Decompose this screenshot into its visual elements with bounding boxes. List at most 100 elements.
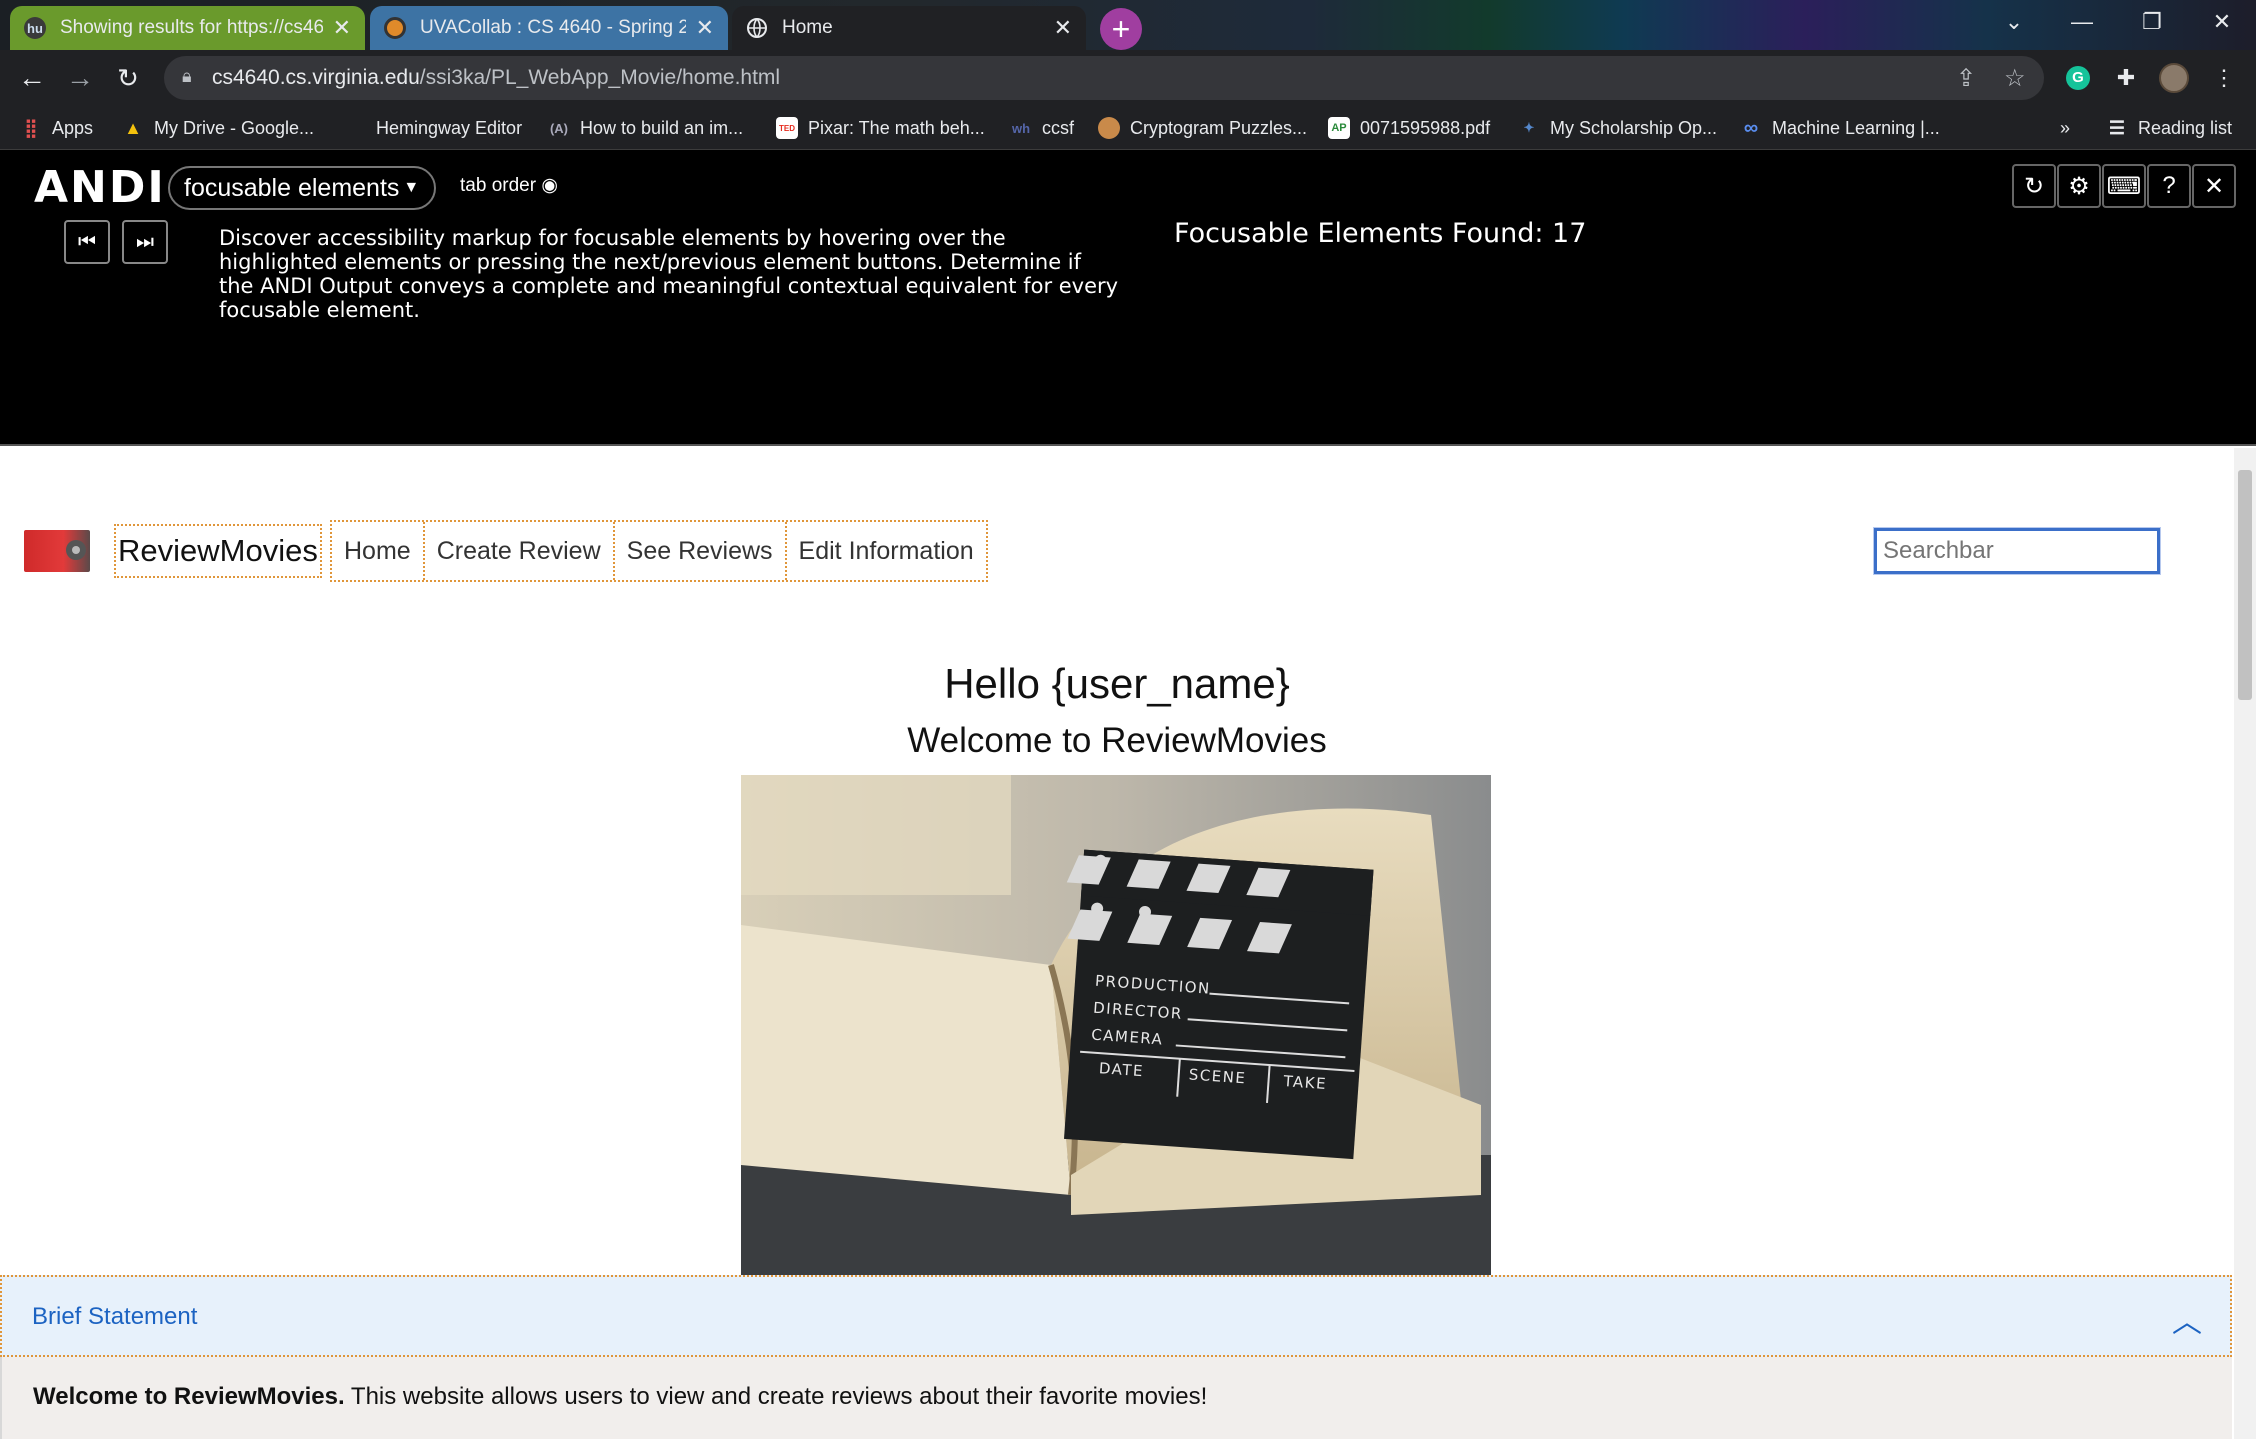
close-tab-icon[interactable]: ✕: [696, 15, 714, 41]
pdf-icon: AP: [1328, 117, 1350, 139]
andi-logo: ANDI: [34, 162, 166, 213]
settings-gear-icon[interactable]: ⚙: [2057, 164, 2101, 208]
andi-mode-label: focusable elements: [184, 173, 400, 202]
bookmark-label: My Drive - Google...: [154, 117, 315, 138]
hero-image-book-clapperboard: PRODUCTION DIRECTOR CAMERA DATE SCENE TA…: [741, 775, 1491, 1275]
tab-search-results[interactable]: hu Showing results for https://cs464 ✕: [10, 6, 365, 50]
address-bar[interactable]: 🔒︎ cs4640.cs.virginia.edu/ssi3ka/PL_WebA…: [164, 56, 2044, 100]
andi-mode-select[interactable]: focusable elements ▼: [168, 166, 436, 210]
main-nav: Home Create Review See Reviews Edit Info…: [330, 520, 988, 582]
reading-list-label: Reading list: [2138, 117, 2233, 138]
bookmark-label: Machine Learning |...: [1772, 117, 1940, 138]
bookmarks-bar: ⣿ Apps ▲ My Drive - Google... Hemingway Ed…: [0, 106, 2256, 150]
keyboard-icon[interactable]: ⌨: [2102, 164, 2146, 208]
refresh-icon[interactable]: ↻: [2012, 164, 2056, 208]
hu-favicon-icon: hu: [24, 17, 46, 39]
scrollbar-thumb[interactable]: [2238, 470, 2252, 700]
nav-home[interactable]: Home: [332, 522, 425, 580]
back-arrow-icon[interactable]: ←: [12, 58, 52, 98]
cryptogram-icon: [1098, 117, 1120, 139]
restore-button[interactable]: ❐: [2118, 0, 2186, 44]
bookmark-ccsf[interactable]: wh ccsf: [1010, 114, 1074, 142]
brief-statement-accordion[interactable]: Brief Statement ︿: [0, 1275, 2232, 1357]
bookmark-apps[interactable]: ⣿ Apps: [20, 114, 93, 142]
grammarly-icon[interactable]: G: [2062, 62, 2094, 94]
clapper-take: TAKE: [1282, 1072, 1328, 1093]
tab-strip: hu Showing results for https://cs464 ✕ U…: [0, 0, 2256, 50]
tab-order-toggle[interactable]: tab order ◉: [460, 174, 558, 197]
bookmark-label: ccsf: [1042, 117, 1075, 138]
lock-icon: 🔒︎: [182, 66, 192, 86]
bookmark-label: Pixar: The math beh...: [808, 117, 985, 138]
eye-icon: ◉: [541, 175, 558, 196]
bookmark-pdf[interactable]: AP 0071595988.pdf: [1328, 114, 1490, 142]
tab-uvacollab[interactable]: UVACollab : CS 4640 - Spring 202 ✕: [370, 6, 728, 50]
tab-home[interactable]: Home ✕: [732, 6, 1086, 50]
next-element-button[interactable]: ⏭: [122, 220, 168, 264]
bookmark-label: How to build an im...: [580, 117, 744, 138]
browser-toolbar: ← → ↻ 🔒︎ cs4640.cs.virginia.edu/ssi3ka/P…: [0, 50, 2256, 106]
new-tab-button[interactable]: +: [1100, 8, 1142, 50]
bookmark-pixar[interactable]: TED Pixar: The math beh...: [776, 114, 985, 142]
bookmark-cryptogram[interactable]: Cryptogram Puzzles...: [1098, 114, 1307, 142]
bookmark-scholarship[interactable]: ✦ My Scholarship Op...: [1518, 114, 1718, 142]
andi-panel: ANDI focusable elements ▼ tab order ◉ ⏮ ⏭…: [0, 150, 2256, 446]
hero-illustration: PRODUCTION DIRECTOR CAMERA DATE SCENE TA…: [741, 775, 1491, 1275]
a-logo-icon: (A): [549, 120, 569, 136]
url-host: cs4640.cs.virginia.edu: [212, 66, 420, 89]
nav-edit-information[interactable]: Edit Information: [787, 522, 986, 580]
google-drive-icon: ▲: [124, 117, 142, 138]
site-brand-link[interactable]: ReviewMovies: [114, 524, 322, 578]
bookmark-build-im[interactable]: (A) How to build an im...: [548, 114, 743, 142]
ted-icon: TED: [776, 117, 798, 139]
extensions-puzzle-icon[interactable]: ✚: [2110, 62, 2142, 94]
close-andi-icon[interactable]: ✕: [2192, 164, 2236, 208]
tab-search-chevron-icon[interactable]: ⌄: [1980, 0, 2048, 44]
menu-kebab-icon[interactable]: ⋮: [2208, 62, 2240, 94]
url-path: /ssi3ka/PL_WebApp_Movie/home.html: [419, 66, 781, 89]
forward-arrow-icon[interactable]: →: [60, 58, 100, 98]
help-icon[interactable]: ?: [2147, 164, 2191, 208]
reload-icon[interactable]: ↻: [108, 58, 148, 98]
bookmark-label: Apps: [52, 117, 94, 138]
bookmark-label: 0071595988.pdf: [1360, 117, 1491, 138]
hemingway-icon: [344, 117, 366, 139]
bookmarks-overflow-button[interactable]: »: [2060, 114, 2070, 142]
skip-forward-icon: ⏭: [136, 230, 154, 253]
close-window-button[interactable]: ✕: [2188, 0, 2256, 44]
site-logo[interactable]: [24, 530, 90, 572]
url-text[interactable]: cs4640.cs.virginia.edu/ssi3ka/PL_WebApp_…: [212, 66, 780, 90]
uvacollab-favicon-icon: [384, 17, 406, 39]
nav-see-reviews[interactable]: See Reviews: [615, 522, 787, 580]
nav-create-review[interactable]: Create Review: [425, 522, 615, 580]
minimize-button[interactable]: —: [2048, 0, 2116, 44]
accordion-title: Brief Statement: [32, 1303, 198, 1330]
bookmark-label: Cryptogram Puzzles...: [1130, 117, 1308, 138]
tab-title: Home: [782, 17, 833, 38]
reading-list-button[interactable]: ☰ Reading list: [2106, 114, 2232, 142]
skip-back-icon: ⏮: [78, 230, 96, 253]
tab-title: Showing results for https://cs464: [60, 17, 323, 38]
close-tab-icon[interactable]: ✕: [1054, 15, 1072, 41]
clapper-date: DATE: [1098, 1059, 1144, 1080]
previous-element-button[interactable]: ⏮: [64, 220, 110, 264]
ccsf-icon: wh: [1011, 120, 1031, 136]
bookmark-label: My Scholarship Op...: [1550, 117, 1718, 138]
reading-list-icon: ☰: [2108, 117, 2126, 138]
infinity-icon: ∞: [1743, 116, 1759, 139]
web-page: ReviewMovies Home Create Review See Revi…: [0, 448, 2234, 1439]
profile-avatar-icon[interactable]: [2158, 62, 2190, 94]
bookmark-machine-learning[interactable]: ∞ Machine Learning |...: [1740, 114, 1940, 142]
share-icon[interactable]: ⇪: [1956, 64, 1976, 93]
caret-down-icon: ▼: [403, 179, 420, 196]
focusable-count: Focusable Elements Found: 17: [1174, 218, 1587, 249]
statement-rest: This website allows users to view and cr…: [344, 1383, 1208, 1410]
bookmark-hemingway[interactable]: Hemingway Editor: [344, 114, 522, 142]
star-icon[interactable]: ☆: [2004, 64, 2026, 93]
search-input[interactable]: [1873, 527, 2161, 575]
close-tab-icon[interactable]: ✕: [333, 15, 351, 41]
bookmark-my-drive[interactable]: ▲ My Drive - Google...: [122, 114, 314, 142]
scholarship-icon: ✦: [1523, 120, 1535, 135]
globe-icon: [746, 17, 768, 39]
tab-title: UVACollab : CS 4640 - Spring 202: [420, 17, 686, 38]
